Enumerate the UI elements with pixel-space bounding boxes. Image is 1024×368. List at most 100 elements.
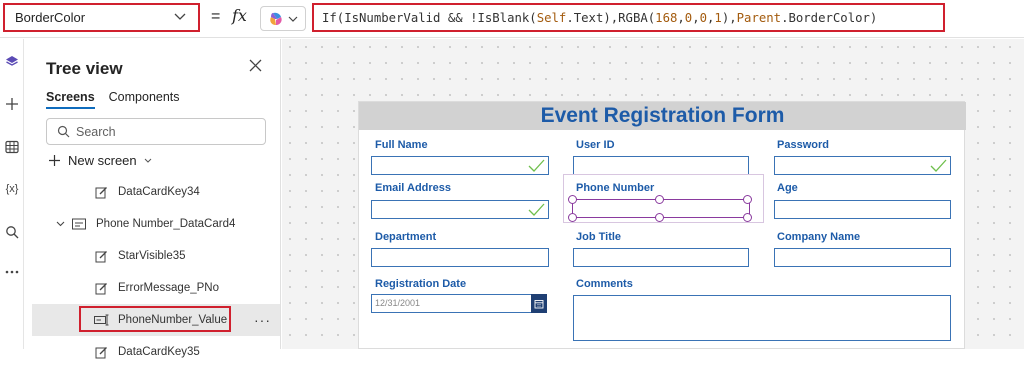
formula-token: 0 [699,10,708,25]
plus-icon[interactable] [3,95,21,113]
phone-number-card-selection[interactable]: Phone Number [563,174,764,223]
resize-handle[interactable] [568,213,577,222]
tree-view-panel: Tree view Screens Components Search New … [32,39,281,358]
property-name: BorderColor [15,10,86,25]
formula-token: , [707,10,715,25]
search-icon [57,125,70,138]
fx-icon[interactable]: fx [232,6,247,25]
resize-handle[interactable] [568,195,577,204]
search-placeholder: Search [76,124,116,139]
left-rail: {x} [0,39,24,349]
variables-icon[interactable]: {x} [3,180,21,198]
calendar-icon[interactable] [531,294,547,313]
formula-token: Self [536,10,567,25]
edit-icon [95,186,108,199]
resize-handle[interactable] [743,213,752,222]
formula-token: ), [721,10,737,25]
tree-item[interactable]: Phone Number_DataCard4 [32,208,280,240]
company-name-input[interactable] [774,248,951,267]
card-icon [72,218,86,230]
property-dropdown[interactable]: BorderColor [3,3,200,32]
formula-bar: BorderColor = fx If(IsNumberValid && !Is… [0,0,1024,38]
chevron-down-icon [174,13,186,21]
tree-item[interactable]: StarVisible35 [32,240,280,272]
user-id-input[interactable] [573,156,749,175]
age-input[interactable] [774,200,951,219]
form-title: Event Registration Form [540,104,785,127]
chevron-down-icon [288,16,298,22]
plus-icon [48,154,61,167]
tree-item[interactable]: DataCardKey35 [32,336,280,368]
copilot-button[interactable] [260,6,306,31]
tree-item-label: DataCardKey35 [118,346,200,358]
registration-date-label: Registration Date [375,278,467,290]
tab-screens[interactable]: Screens [46,90,95,109]
comments-input[interactable] [573,295,951,341]
tree-view-title: Tree view [46,59,123,78]
formula-token: , [692,10,700,25]
formula-token: .Text),RGBA( [566,10,656,25]
department-label: Department [375,231,437,243]
tree-item-label: StarVisible35 [118,250,186,262]
formula-token: 168 [655,10,678,25]
registration-form: Event Registration Form Full Name User I… [358,101,966,349]
formula-input[interactable]: If(IsNumberValid && !IsBlank(Self .Text),… [312,3,945,32]
tree-item-label: ErrorMessage_PNo [118,282,219,294]
text-input-icon [94,314,110,326]
formula-token: , [677,10,685,25]
table-icon[interactable] [3,138,21,156]
phone-number-label: Phone Number [576,182,655,194]
edit-icon [95,346,108,359]
checkmark-icon [930,159,947,172]
search-icon[interactable] [3,223,21,241]
chevron-down-icon[interactable] [56,221,65,227]
comments-label: Comments [576,278,633,290]
chevron-down-icon [144,158,152,163]
new-screen-button[interactable]: New screen [48,153,152,168]
checkmark-icon [528,203,545,216]
form-header: Event Registration Form [359,102,966,130]
design-canvas[interactable]: Event Registration Form Full Name User I… [282,39,1024,349]
email-input[interactable] [371,200,549,219]
tree-item-label: DataCardKey34 [118,186,200,198]
formula-token: .BorderColor) [781,10,878,25]
registration-date-picker[interactable]: 12/31/2001 [371,294,547,313]
formula-token: 1 [714,10,722,25]
job-title-input[interactable] [573,248,749,267]
more-options-icon[interactable]: ··· [254,312,271,328]
equals-sign: = [211,8,221,25]
more-icon[interactable] [3,263,21,281]
full-name-input[interactable] [371,156,549,175]
user-id-label: User ID [576,139,615,151]
resize-handle[interactable] [655,195,664,204]
password-input[interactable] [774,156,951,175]
close-icon[interactable] [249,59,262,72]
new-screen-label: New screen [68,153,137,168]
tree-search-input[interactable]: Search [46,118,266,145]
tree-item[interactable]: DataCardKey34 [32,176,280,208]
checkmark-icon [528,159,545,172]
tab-components[interactable]: Components [109,90,180,109]
full-name-label: Full Name [375,139,428,151]
copilot-icon [268,11,284,27]
date-value: 12/31/2001 [375,298,421,308]
age-label: Age [777,182,798,194]
tree-item[interactable]: ErrorMessage_PNo [32,272,280,304]
resize-handle[interactable] [743,195,752,204]
password-label: Password [777,139,829,151]
edit-icon [95,250,108,263]
formula-token: Parent [736,10,782,25]
email-label: Email Address [375,182,452,194]
tree-item-label: Phone Number_DataCard4 [96,218,236,230]
tree-list: DataCardKey34 Phone Number_DataCard4 Sta… [32,176,280,368]
edit-icon [95,282,108,295]
tree-item-label: PhoneNumber_Value [118,314,228,326]
formula-token: If(IsNumberValid && !IsBlank( [322,10,537,25]
department-input[interactable] [371,248,549,267]
company-name-label: Company Name [777,231,861,243]
tree-item-selected[interactable]: PhoneNumber_Value ··· [32,304,280,336]
layers-icon[interactable] [3,53,21,71]
tree-tabs: Screens Components [46,90,180,109]
resize-handle[interactable] [655,213,664,222]
job-title-label: Job Title [576,231,622,243]
